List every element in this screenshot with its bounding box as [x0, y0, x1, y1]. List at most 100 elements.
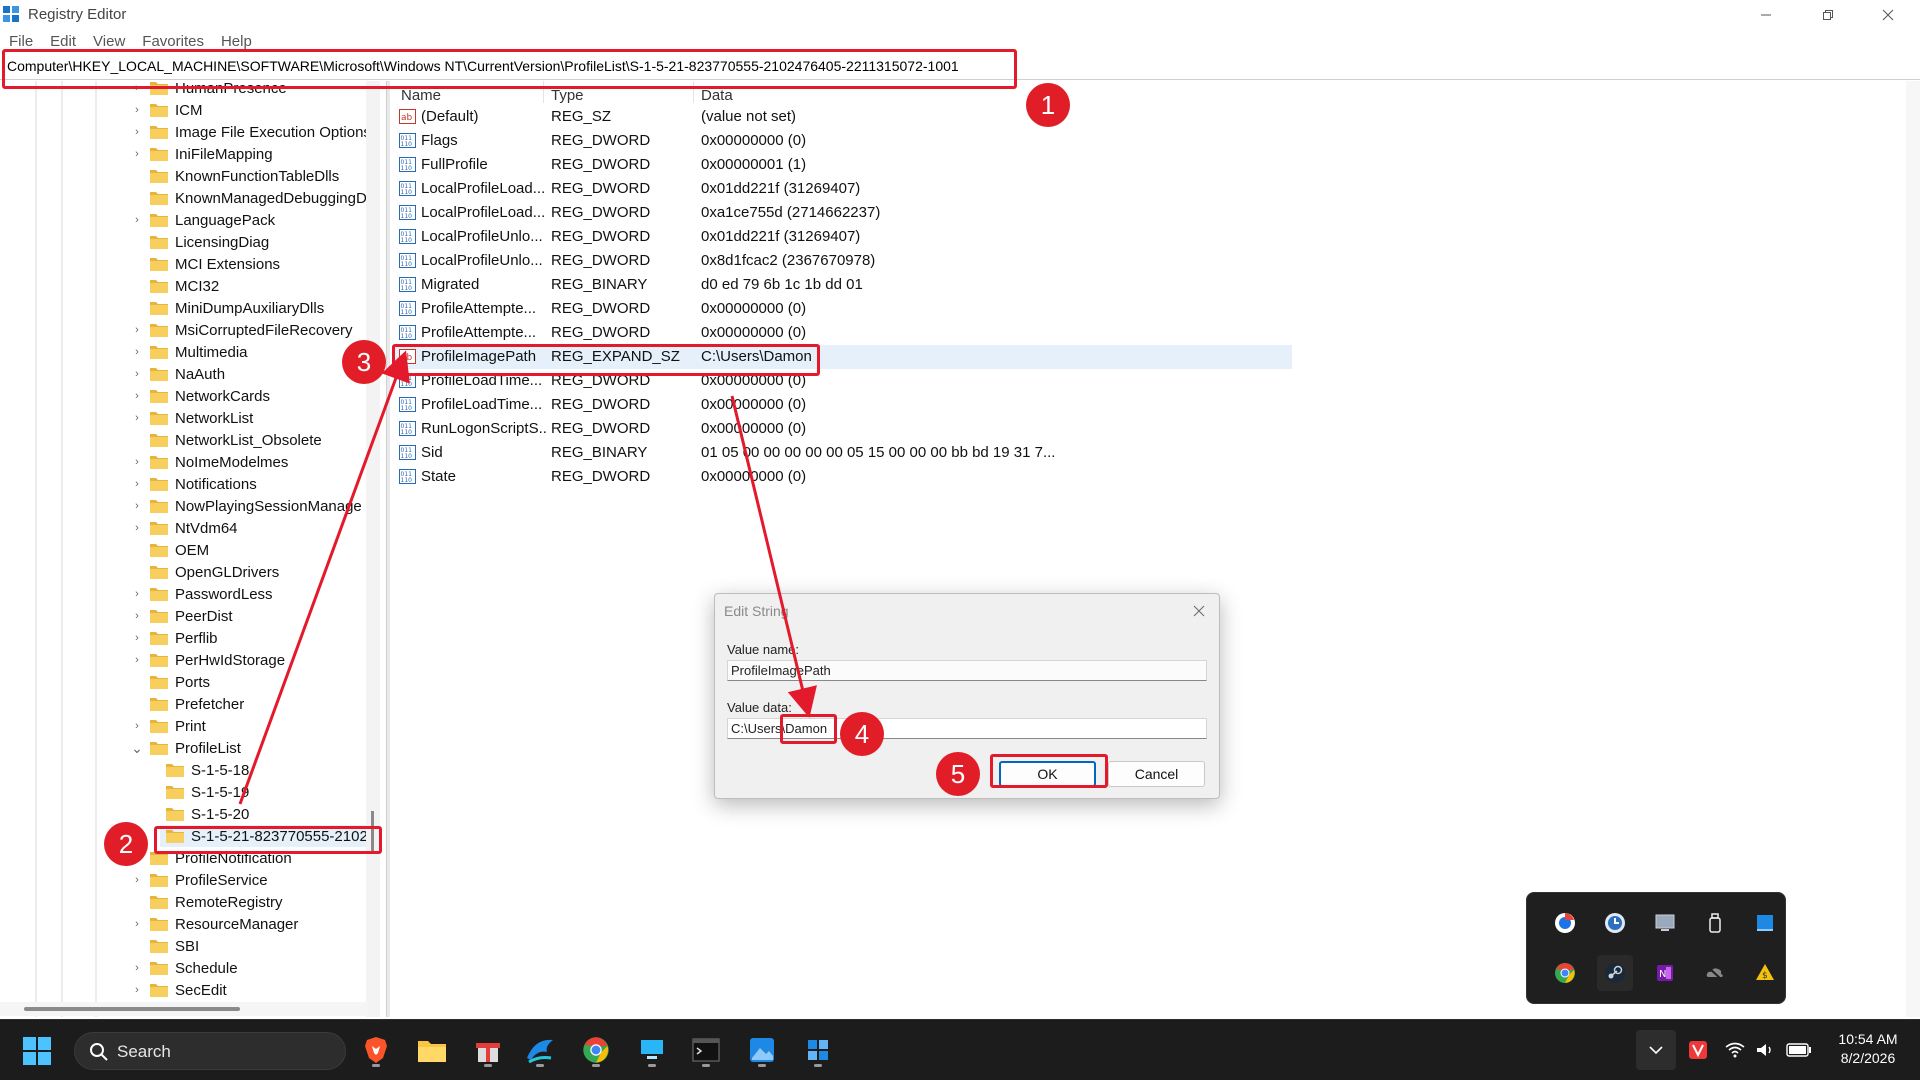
tree-horizontal-scrollbar[interactable]	[0, 1002, 368, 1016]
tree-item[interactable]: MiniDumpAuxiliaryDlls	[130, 297, 324, 319]
tree-item[interactable]: › PeerDist	[130, 605, 232, 627]
chevron-right-icon[interactable]: ›	[130, 631, 144, 645]
tree-item[interactable]: S-1-5-18	[160, 759, 249, 781]
tree-item[interactable]: › Print	[130, 715, 206, 737]
chevron-right-icon[interactable]: ›	[130, 653, 144, 667]
wifi-icon[interactable]	[1720, 1030, 1750, 1070]
value-row[interactable]: 011 110 State REG_DWORD 0x00000000 (0)	[392, 465, 1292, 489]
chevron-right-icon[interactable]: ›	[130, 961, 144, 975]
chevron-right-icon[interactable]: ›	[130, 345, 144, 359]
value-row[interactable]: 011 110 LocalProfileUnlo... REG_DWORD 0x8d1f…	[392, 249, 1292, 273]
tree-vertical-scrollbar[interactable]	[366, 81, 380, 1017]
tree-item[interactable]: › NetworkList	[130, 407, 253, 429]
chevron-right-icon[interactable]: ›	[130, 609, 144, 623]
sticky-dollar-icon[interactable]: $	[1747, 955, 1783, 991]
steam-icon[interactable]	[1597, 955, 1633, 991]
restore-button[interactable]	[1798, 0, 1858, 30]
tree-item[interactable]: SBI	[130, 935, 199, 957]
tree-item[interactable]: Prefetcher	[130, 693, 244, 715]
chevron-right-icon[interactable]: ›	[130, 147, 144, 161]
tree-item[interactable]: OEM	[130, 539, 209, 561]
tree-item[interactable]: › IniFileMapping	[130, 143, 272, 165]
remote-desktop-icon[interactable]	[632, 1030, 672, 1070]
tree-item[interactable]: › PasswordLess	[130, 583, 272, 605]
chrome-icon[interactable]	[1547, 955, 1583, 991]
chevron-right-icon[interactable]: ›	[130, 587, 144, 601]
tree-item[interactable]: › ICM	[130, 99, 202, 121]
tree-item[interactable]: › LanguagePack	[130, 209, 275, 231]
tree-item[interactable]: OpenGLDrivers	[130, 561, 279, 583]
tree-item[interactable]: › Perflib	[130, 627, 217, 649]
usb-icon[interactable]	[1697, 905, 1733, 941]
chevron-right-icon[interactable]: ›	[130, 103, 144, 117]
chevron-right-icon[interactable]: ›	[130, 499, 144, 513]
photos-app-icon[interactable]	[742, 1030, 782, 1070]
tree-item[interactable]: › NtVdm64	[130, 517, 237, 539]
dialog-close-button[interactable]	[1187, 600, 1211, 622]
tree-item[interactable]: › SecEdit	[130, 979, 227, 1001]
chevron-right-icon[interactable]: ›	[130, 367, 144, 381]
tree-item[interactable]: › NetworkCards	[130, 385, 270, 407]
pane-splitter[interactable]	[386, 81, 390, 1017]
tree-item[interactable]: S-1-5-19	[160, 781, 249, 803]
taskbar-search-box[interactable]: Search	[74, 1032, 346, 1070]
minimize-button[interactable]	[1736, 0, 1796, 30]
chevron-right-icon[interactable]: ›	[130, 477, 144, 491]
tree-item[interactable]: KnownManagedDebuggingD	[130, 187, 367, 209]
column-header-name[interactable]: Name	[401, 87, 441, 104]
volume-icon[interactable]	[1750, 1030, 1780, 1070]
tree-item[interactable]: › Multimedia	[130, 341, 247, 363]
chevron-right-icon[interactable]: ›	[130, 125, 144, 139]
tree-item[interactable]: › PerHwIdStorage	[130, 649, 285, 671]
clock-sync-icon[interactable]	[1597, 905, 1633, 941]
tree-item[interactable]: LicensingDiag	[130, 231, 269, 253]
tree-item[interactable]: › Image File Execution Options	[130, 121, 368, 143]
chevron-right-icon[interactable]: ›	[130, 323, 144, 337]
value-row[interactable]: 011 110 Migrated REG_BINARY d0 ed 79 6b 1c 1…	[392, 273, 1292, 297]
chevron-right-icon[interactable]: ›	[130, 719, 144, 733]
chevron-right-icon[interactable]: ›	[130, 917, 144, 931]
tree-item[interactable]: › NoImeModelmes	[130, 451, 288, 473]
column-header-type[interactable]: Type	[551, 87, 584, 104]
tree-item[interactable]: RemoteRegistry	[130, 891, 283, 913]
key-tree[interactable]: › HumanPresence › ICM › Image File Execution …	[0, 81, 368, 1017]
tree-item[interactable]: Ports	[130, 671, 210, 693]
value-row[interactable]: 011 110 LocalProfileLoad... REG_DWORD 0x01dd…	[392, 177, 1292, 201]
tree-item[interactable]: MCI Extensions	[130, 253, 280, 275]
value-row[interactable]: 011 110 LocalProfileUnlo... REG_DWORD 0x01dd…	[392, 225, 1292, 249]
vivaldi-tray-icon[interactable]	[1682, 1030, 1714, 1070]
tree-item[interactable]: NetworkList_Obsolete	[130, 429, 322, 451]
chevron-right-icon[interactable]: ›	[130, 873, 144, 887]
value-row[interactable]: 011 110 Sid REG_BINARY 01 05 00 00 00 00 00 …	[392, 441, 1292, 465]
brave-browser-icon[interactable]	[356, 1030, 396, 1070]
cloud-offline-icon[interactable]	[1697, 955, 1733, 991]
chrome-taskbar-icon[interactable]	[576, 1030, 616, 1070]
tree-item[interactable]: › Notifications	[130, 473, 257, 495]
value-row[interactable]: 011 110 FullProfile REG_DWORD 0x00000001 (1)	[392, 153, 1292, 177]
tree-item[interactable]: ⌄ ProfileList	[130, 737, 241, 759]
cancel-button[interactable]: Cancel	[1108, 761, 1205, 787]
chevron-right-icon[interactable]: ›	[130, 213, 144, 227]
value-row[interactable]: 011 110 ProfileLoadTime... REG_DWORD 0x00000…	[392, 393, 1292, 417]
value-row[interactable]: ab (Default) REG_SZ (value not set)	[392, 105, 1292, 129]
file-explorer-icon[interactable]	[412, 1030, 452, 1070]
tree-item[interactable]: S-1-5-20	[160, 803, 249, 825]
tree-item[interactable]: › ResourceManager	[130, 913, 298, 935]
tree-item[interactable]: KnownFunctionTableDlls	[130, 165, 339, 187]
chrome-helper-icon[interactable]	[1547, 905, 1583, 941]
feather-app-icon[interactable]	[520, 1030, 560, 1070]
registry-editor-taskbar-icon[interactable]	[798, 1030, 838, 1070]
value-row[interactable]: 011 110 ProfileAttempte... REG_DWORD 0x00000…	[392, 321, 1292, 345]
value-row[interactable]: 011 110 RunLogonScriptS... REG_DWORD 0x00000…	[392, 417, 1292, 441]
values-vertical-scrollbar[interactable]	[1906, 81, 1920, 1017]
windows-security-icon[interactable]	[1747, 905, 1783, 941]
show-hidden-icons-button[interactable]	[1636, 1030, 1676, 1070]
tree-item[interactable]: › MsiCorruptedFileRecovery	[130, 319, 352, 341]
chevron-right-icon[interactable]: ›	[130, 389, 144, 403]
value-row[interactable]: 011 110 ProfileAttempte... REG_DWORD 0x00000…	[392, 297, 1292, 321]
chevron-right-icon[interactable]: ›	[130, 411, 144, 425]
taskbar-clock[interactable]: 10:54 AM 8/2/2026	[1820, 1030, 1916, 1068]
chevron-down-icon[interactable]: ⌄	[130, 740, 144, 756]
chevron-right-icon[interactable]: ›	[130, 455, 144, 469]
chevron-right-icon[interactable]: ›	[130, 521, 144, 535]
